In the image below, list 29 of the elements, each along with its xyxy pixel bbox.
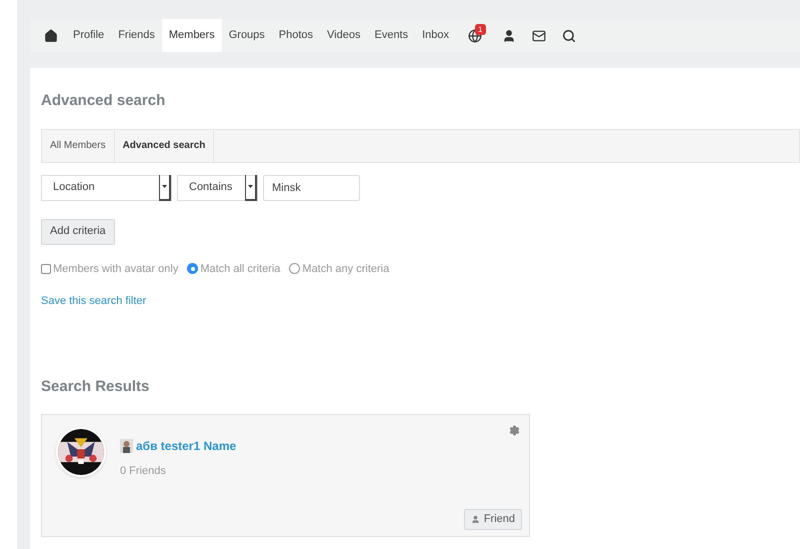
user-icon[interactable] <box>502 28 516 42</box>
operator-select[interactable]: Contains <box>177 174 258 200</box>
field-select[interactable]: Location <box>41 174 172 200</box>
tab[interactable]: Advanced search <box>114 130 214 162</box>
caret-icon <box>245 174 257 200</box>
nav-link[interactable]: Members <box>162 19 222 52</box>
select-value: Contains <box>189 180 232 196</box>
user-icon <box>470 515 480 524</box>
notification-badge: 1 <box>475 24 486 34</box>
results-title: Search Results <box>41 376 150 396</box>
checkbox[interactable] <box>41 264 51 274</box>
select-value: Location <box>53 180 95 196</box>
radio-button[interactable] <box>187 263 198 274</box>
page-title: Advanced search <box>41 91 166 111</box>
mail-icon[interactable] <box>532 28 546 42</box>
option-label: Match any criteria <box>302 262 390 276</box>
globe-icon[interactable] <box>468 28 482 42</box>
settings-icon[interactable] <box>509 425 520 436</box>
friends-count: 0 Friends <box>120 464 167 479</box>
option-label: Match all criteria <box>200 262 280 276</box>
caret-icon <box>159 174 171 200</box>
radio-button[interactable] <box>289 263 300 274</box>
add-criteria-button[interactable]: Add criteria <box>41 218 115 244</box>
search-icon[interactable] <box>562 28 576 42</box>
friend-button[interactable]: Friend <box>464 509 522 530</box>
tab[interactable]: All Members <box>42 130 115 162</box>
home-icon[interactable] <box>44 28 58 42</box>
value-field[interactable]: Minsk <box>263 174 360 200</box>
option-label: Members with avatar only <box>53 262 178 276</box>
